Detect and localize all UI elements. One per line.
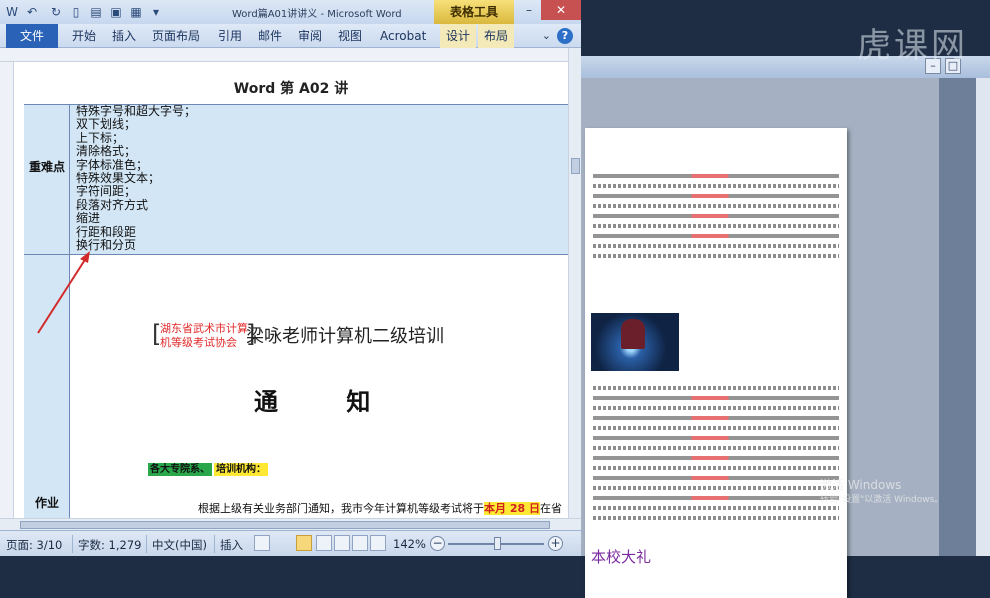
para-before: 根据上级有关业务部门通知，我市今年计算机等级考试将于 (198, 502, 484, 515)
customize-qat-icon[interactable]: ▾ (148, 4, 164, 20)
tab-layout[interactable]: 布局 (478, 24, 514, 48)
zoom-level[interactable]: 142% (393, 537, 426, 551)
zoom-out-icon[interactable]: − (430, 536, 445, 551)
para-highlight: 本月 28 日 (484, 502, 540, 515)
key-points-header-cell: 重难点 (24, 105, 70, 254)
tab-review[interactable]: 审阅 (298, 24, 322, 48)
background-text (593, 168, 839, 262)
tab-view[interactable]: 视图 (338, 24, 362, 48)
document-title: Word 第 A02 讲 (233, 81, 349, 97)
tab-home[interactable]: 开始 (72, 24, 96, 48)
chevron-down-icon[interactable]: ⌄ (542, 29, 551, 42)
org-block: [ 湖东省武术市计算 机等级考试协会 ] (152, 322, 255, 350)
list-item: 缩进 (76, 211, 101, 226)
lesson-table: 重难点 特殊字号和超大字号； 双下划线； 上下标； 清除格式； 字体标准色； 特… (24, 104, 568, 518)
undo-icon[interactable]: ↶ (24, 4, 40, 20)
file-tab[interactable]: 文件 (6, 24, 58, 48)
background-page: 本校大礼 (585, 128, 847, 598)
vertical-scrollbar[interactable] (568, 48, 581, 518)
web-layout-icon[interactable] (334, 535, 350, 551)
table-tools-group: 表格工具 (434, 0, 514, 24)
org-line1: 湖东省武术市计算 (160, 322, 248, 335)
list-item: 特殊字号和超大字号； (76, 104, 197, 118)
tab-insert[interactable]: 插入 (112, 24, 136, 48)
tab-page-layout[interactable]: 页面布局 (152, 24, 200, 48)
org-line2: 机等级考试协会 (160, 336, 237, 349)
activate-line1: 激活 Windows (820, 478, 902, 492)
list-item: 行距和段距 (76, 224, 137, 239)
red-arrow-annotation (37, 251, 90, 334)
key-points-header: 重难点 (28, 160, 65, 174)
word-window: W ↶ ↻ ▯ ▤ ▣ ▦ ▾ Word篇A01讲讲义 - Microsoft … (0, 0, 581, 556)
vertical-ruler[interactable] (0, 62, 14, 518)
scrollbar-thumb[interactable] (571, 158, 580, 174)
document-area[interactable]: Word 第 A02 讲 重难点 特殊字号和超大字号； 双下划线； 上下标； 清… (14, 62, 568, 518)
recipients: 各大专院系、 培训机构： (148, 460, 268, 476)
list-item: 清除格式； (76, 144, 137, 159)
quick-access-toolbar: W ↶ ↻ ▯ ▤ ▣ ▦ ▾ Word篇A01讲讲义 - Microsoft … (0, 0, 581, 24)
reading-view-icon[interactable] (316, 535, 332, 551)
welder-image (591, 313, 679, 371)
help-icon[interactable]: ? (557, 28, 573, 44)
list-item: 换行和分页 (76, 238, 137, 253)
recipient-colleges: 各大专院系、 (148, 463, 212, 476)
tab-references[interactable]: 引用 (218, 24, 242, 48)
print-icon[interactable]: ▦ (128, 4, 144, 20)
horizontal-scrollbar[interactable] (0, 518, 581, 530)
macro-icon[interactable] (254, 535, 270, 551)
zoom-in-icon[interactable]: + (548, 536, 563, 551)
draft-icon[interactable] (370, 535, 386, 551)
org-title: 梁咏老师计算机二级培训 (246, 326, 444, 347)
new-doc-icon[interactable]: ▯ (68, 4, 84, 20)
table-row-key-points[interactable]: 重难点 特殊字号和超大字号； 双下划线； 上下标； 清除格式； 字体标准色； 特… (24, 104, 568, 255)
save-icon[interactable]: ▣ (108, 4, 124, 20)
insert-mode[interactable]: 插入 (220, 537, 243, 553)
tab-mailings[interactable]: 邮件 (258, 24, 282, 48)
recipient-training: 培训机构： (214, 463, 268, 476)
page-count[interactable]: 页面: 3/10 (6, 537, 62, 553)
horizontal-ruler[interactable] (0, 48, 581, 62)
window-title: Word篇A01讲讲义 - Microsoft Word (232, 9, 402, 20)
tab-acrobat[interactable]: Acrobat (380, 24, 426, 48)
word-count[interactable]: 字数: 1,279 (78, 537, 141, 553)
zoom-slider-thumb[interactable] (494, 537, 501, 550)
background-big-text: 本校大礼 (591, 548, 652, 566)
left-bracket: [ (152, 320, 162, 348)
key-points-list: 特殊字号和超大字号； 双下划线； 上下标； 清除格式； 字体标准色； 特殊效果文… (76, 104, 197, 253)
redo-icon[interactable]: ↻ (48, 4, 64, 20)
notice-paragraph: 根据上级有关业务部门通知，我市今年计算机等级考试将于本月 28 日在省科技 (198, 500, 568, 518)
status-bar: 页面: 3/10 字数: 1,279 中文(中国) 插入 142% − + (0, 530, 581, 556)
print-layout-icon[interactable] (296, 535, 312, 551)
minimize-button[interactable]: – (516, 0, 542, 20)
close-button[interactable]: ✕ (541, 0, 581, 20)
activate-windows-notice: 激活 Windows 转到"设置"以激活 Windows。 (820, 478, 943, 508)
open-icon[interactable]: ▤ (88, 4, 104, 20)
activate-line2: 转到"设置"以激活 Windows。 (820, 495, 944, 505)
watermark-logo: 虎课网 (857, 26, 968, 66)
homework-header: 作业 (34, 496, 59, 510)
ribbon-tabs: 文件 开始 插入 页面布局 引用 邮件 审阅 视图 Acrobat 设计 布局 … (0, 24, 581, 48)
language[interactable]: 中文(中国) (152, 537, 207, 553)
word-logo-icon: W (6, 5, 18, 19)
outline-icon[interactable] (352, 535, 368, 551)
list-item: 字符间距； (76, 184, 137, 199)
hscroll-thumb[interactable] (20, 521, 550, 529)
background-text-lower (593, 380, 839, 524)
notice-heading: 通 知 (254, 388, 401, 416)
list-item: 双下划线； (76, 117, 137, 132)
tab-design[interactable]: 设计 (440, 24, 476, 48)
background-scrollbar[interactable] (976, 78, 990, 556)
